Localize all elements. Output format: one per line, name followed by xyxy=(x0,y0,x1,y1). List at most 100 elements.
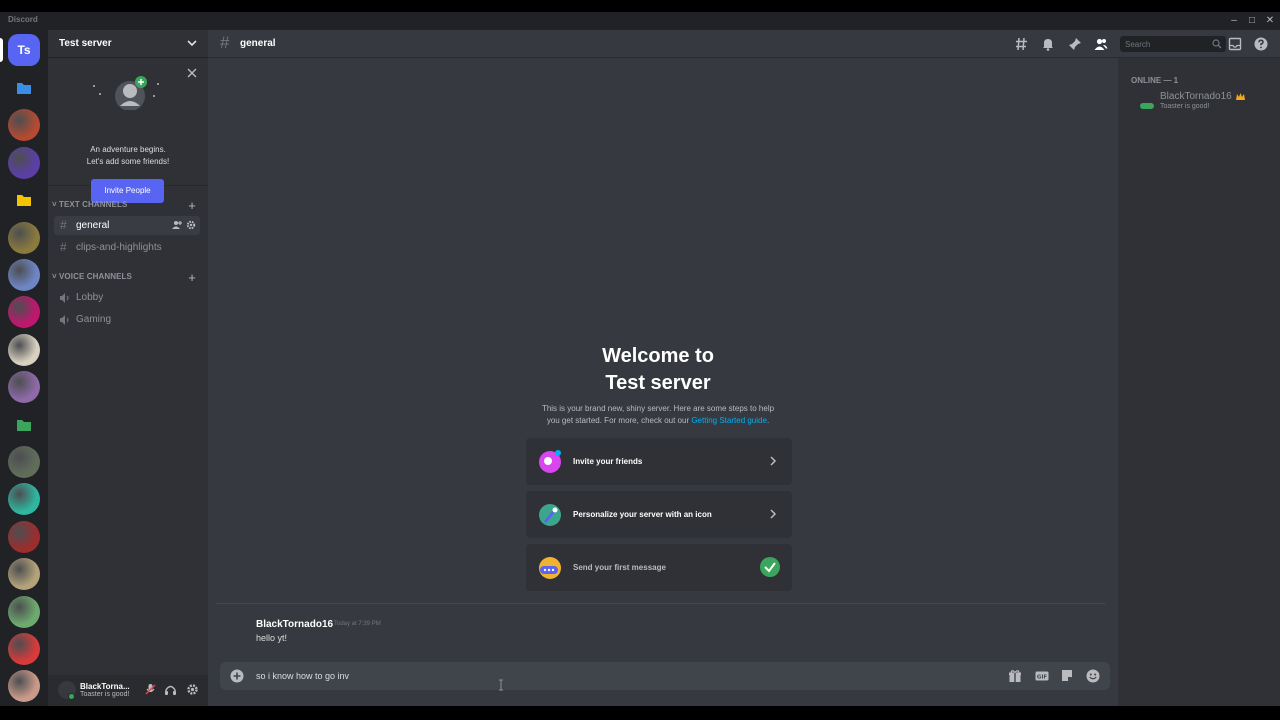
search-input[interactable]: Search xyxy=(1120,36,1226,52)
mute-microphone-icon[interactable] xyxy=(144,683,157,696)
headphones-icon[interactable] xyxy=(164,683,177,696)
selected-pill xyxy=(0,38,3,62)
server-avatar-13[interactable] xyxy=(8,633,40,665)
hash-icon: # xyxy=(60,240,67,254)
server-avatar-5[interactable] xyxy=(8,296,40,328)
chevron-down-icon: ˅ xyxy=(52,272,57,281)
folder-icon[interactable] xyxy=(8,409,40,441)
user-name: BlackTorna... xyxy=(80,682,130,691)
category-voice-channels[interactable]: ˅ VOICE CHANNELS + xyxy=(52,270,202,285)
window-title: Discord xyxy=(8,15,38,24)
welcome-desc-line-1: This is your brand new, shiny server. He… xyxy=(541,404,775,413)
help-icon[interactable] xyxy=(1254,37,1268,51)
invite-illustration-icon xyxy=(93,76,159,110)
step-label: Invite your friends xyxy=(573,457,643,466)
sticker-icon[interactable] xyxy=(1060,669,1074,683)
user-status-text: Toaster is good! xyxy=(80,691,130,698)
folder-icon[interactable] xyxy=(8,72,40,104)
server-avatar-1[interactable] xyxy=(8,109,40,141)
channel-name: Lobby xyxy=(76,292,104,303)
gear-icon[interactable] xyxy=(186,683,199,696)
pin-icon[interactable] xyxy=(1068,37,1082,51)
category-label: TEXT CHANNELS xyxy=(59,200,128,209)
server-header[interactable]: Test server xyxy=(48,30,208,58)
invite-description: An adventure begins. Let's add some frie… xyxy=(48,144,208,168)
channel-sidebar: Test server An adventure begins. Let's a… xyxy=(48,30,208,706)
emoji-icon[interactable] xyxy=(1086,669,1100,683)
invite-card: An adventure begins. Let's add some frie… xyxy=(48,60,208,203)
search-icon xyxy=(1212,39,1222,49)
server-avatar-6[interactable] xyxy=(8,334,40,366)
channel-name: clips-and-highlights xyxy=(76,242,162,253)
channel-clips-and-highlights[interactable]: # clips-and-highlights xyxy=(54,238,200,257)
message-input[interactable] xyxy=(256,668,996,684)
category-text-channels[interactable]: ˅ TEXT CHANNELS + xyxy=(52,198,202,213)
server-list: Ts xyxy=(0,30,48,706)
channel-name: general xyxy=(76,220,110,231)
member-list-icon[interactable] xyxy=(1094,37,1108,51)
channel-general[interactable]: # general xyxy=(54,216,200,235)
bell-icon[interactable] xyxy=(1041,37,1055,51)
minimize-icon[interactable]: – xyxy=(1226,14,1242,28)
message-divider xyxy=(216,603,1106,604)
hash-icon: # xyxy=(60,218,67,232)
message-timestamp: Today at 7:39 PM xyxy=(334,621,381,627)
threads-icon[interactable] xyxy=(1015,37,1029,51)
hash-icon: # xyxy=(220,33,230,52)
server-avatar-7[interactable] xyxy=(8,371,40,403)
personalize-server-step[interactable]: Personalize your server with an icon xyxy=(526,491,792,538)
maximize-icon[interactable]: □ xyxy=(1244,14,1260,28)
chevron-down-icon xyxy=(187,40,197,47)
server-name: Test server xyxy=(59,38,112,49)
welcome-section: Welcome to Test server This is your bran… xyxy=(208,343,1108,427)
server-avatar-3[interactable] xyxy=(8,222,40,254)
message-text: hello yt! xyxy=(256,633,288,643)
member-category: ONLINE — 1 xyxy=(1131,76,1179,85)
step-label: Personalize your server with an icon xyxy=(573,510,712,519)
inbox-icon[interactable] xyxy=(1228,37,1242,51)
user-panel: BlackTorna... Toaster is good! xyxy=(48,675,208,706)
server-avatar-9[interactable] xyxy=(8,483,40,515)
create-channel-icon[interactable]: + xyxy=(188,198,196,213)
title-bar: Discord – □ ✕ xyxy=(0,12,1280,30)
step-label: Send your first message xyxy=(573,563,666,572)
server-avatar-14[interactable] xyxy=(8,670,40,702)
welcome-desc-line-2: you get started. For more, check out our xyxy=(546,416,692,425)
search-placeholder: Search xyxy=(1125,40,1151,49)
channel-name: Gaming xyxy=(76,314,112,325)
server-avatar-10[interactable] xyxy=(8,521,40,553)
send-first-message-step[interactable]: Send your first message xyxy=(526,544,792,591)
create-channel-icon[interactable]: + xyxy=(188,270,196,285)
server-avatar-11[interactable] xyxy=(8,558,40,590)
folder-icon[interactable] xyxy=(8,184,40,216)
voice-channel-lobby[interactable]: Lobby xyxy=(54,288,200,307)
member-name[interactable]: BlackTornado16 xyxy=(1160,91,1232,102)
member-status-text: Toaster is good! xyxy=(1160,103,1210,110)
test-server-icon[interactable]: Ts xyxy=(8,34,40,66)
create-invite-icon[interactable] xyxy=(172,220,182,230)
close-icon[interactable] xyxy=(186,67,198,79)
server-avatar-4[interactable] xyxy=(8,259,40,291)
welcome-desc-end: . xyxy=(766,416,770,425)
close-icon[interactable]: ✕ xyxy=(1262,14,1278,28)
speaker-icon xyxy=(60,315,69,325)
server-avatar-2[interactable] xyxy=(8,147,40,179)
message-author[interactable]: BlackTornado16 xyxy=(256,619,333,630)
welcome-title-line-1: Welcome to xyxy=(602,345,714,367)
invite-friends-step[interactable]: Invite your friends xyxy=(526,438,792,485)
add-attachment-icon[interactable] xyxy=(230,669,244,683)
server-avatar-12[interactable] xyxy=(8,596,40,628)
gift-icon[interactable] xyxy=(1008,669,1022,683)
server-avatar-8[interactable] xyxy=(8,446,40,478)
welcome-title-line-2: Test server xyxy=(605,372,711,394)
welcome-description: This is your brand new, shiny server. He… xyxy=(208,403,1108,427)
svg-text:GIF: GIF xyxy=(1037,675,1048,681)
member-list: ONLINE — 1 BlackTornado16 Toaster is goo… xyxy=(1118,58,1280,706)
invite-friends-icon xyxy=(539,450,561,473)
getting-started-link[interactable]: Getting Started guide xyxy=(691,416,767,425)
avatar[interactable] xyxy=(224,613,248,637)
app-window: Discord – □ ✕ Ts Test server An adventur… xyxy=(0,0,1280,720)
voice-channel-gaming[interactable]: Gaming xyxy=(54,310,200,329)
gear-icon[interactable] xyxy=(186,220,196,230)
gif-icon[interactable]: GIF xyxy=(1035,669,1049,683)
